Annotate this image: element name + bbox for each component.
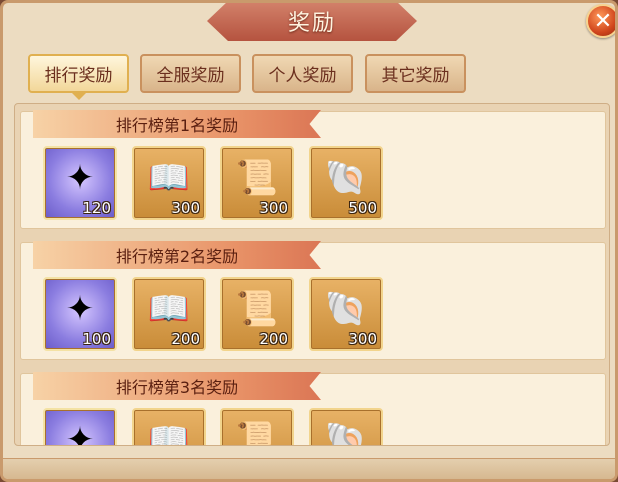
tab-personal-rewards[interactable]: 个人奖励 [252, 54, 353, 93]
tab-other-rewards[interactable]: 其它奖励 [365, 54, 466, 93]
rank-label: 排行榜第3名奖励 [115, 378, 239, 397]
rank-banner: 排行榜第3名奖励 [33, 372, 321, 400]
reward-item[interactable]: 📜 [220, 408, 294, 446]
item-count: 200 [171, 330, 200, 348]
tab-ranking-rewards[interactable]: 排行奖励 [28, 54, 129, 100]
item-count: 300 [171, 199, 200, 217]
close-icon: ✕ [593, 8, 613, 34]
tab-label: 全服奖励 [156, 66, 225, 86]
tab-label: 其它奖励 [381, 66, 450, 86]
rune-crest-icon: ✦ [65, 420, 95, 446]
rank-card-2: 排行榜第2名奖励 ✦ 100 📖 200 📜 200 🐚 300 [20, 241, 606, 360]
reward-item[interactable]: ✦ [43, 408, 117, 446]
rank-banner: 排行榜第2名奖励 [33, 241, 321, 269]
window-title: 奖励 [287, 11, 336, 36]
reward-panel: 奖励 ✕ 排行奖励 全服奖励 个人奖励 其它奖励 排行榜第1名奖励 ✦ 120 [0, 0, 618, 482]
rune-crest-icon: ✦ [65, 289, 95, 329]
rank-label: 排行榜第2名奖励 [115, 247, 239, 266]
blue-shell-icon: 🐚 [324, 158, 368, 198]
item-count: 200 [259, 330, 288, 348]
rank-label: 排行榜第1名奖励 [115, 116, 239, 135]
reward-item[interactable]: 📖 300 [132, 146, 206, 220]
scroll-icon: 📜 [235, 289, 279, 329]
scroll-icon: 📜 [235, 420, 279, 446]
rank-card-3: 排行榜第3名奖励 ✦ 📖 📜 🐚 [20, 372, 606, 446]
reward-item[interactable]: 📜 300 [220, 146, 294, 220]
rune-crest-icon: ✦ [65, 158, 95, 198]
tab-label: 排行奖励 [44, 66, 113, 86]
title-plate: 奖励 [207, 3, 417, 41]
reward-item[interactable]: 🐚 [309, 408, 383, 446]
open-book-icon: 📖 [147, 420, 191, 446]
reward-item[interactable]: ✦ 120 [43, 146, 117, 220]
item-count: 100 [82, 330, 111, 348]
tab-label: 个人奖励 [268, 66, 337, 86]
open-book-icon: 📖 [147, 158, 191, 198]
item-count: 500 [348, 199, 377, 217]
rank-banner: 排行榜第1名奖励 [33, 110, 321, 138]
reward-item[interactable]: 📖 [132, 408, 206, 446]
reward-item[interactable]: 📜 200 [220, 277, 294, 351]
item-count: 300 [259, 199, 288, 217]
open-book-icon: 📖 [147, 289, 191, 329]
scroll-icon: 📜 [235, 158, 279, 198]
close-button[interactable]: ✕ [586, 4, 615, 38]
reward-item[interactable]: 📖 200 [132, 277, 206, 351]
blue-shell-icon: 🐚 [324, 420, 368, 446]
reward-item[interactable]: ✦ 100 [43, 277, 117, 351]
reward-list[interactable]: 排行榜第1名奖励 ✦ 120 📖 300 📜 300 🐚 500 排行榜第2名奖… [14, 103, 610, 446]
rank-card-1: 排行榜第1名奖励 ✦ 120 📖 300 📜 300 🐚 500 [20, 110, 606, 229]
item-count: 300 [348, 330, 377, 348]
tab-server-rewards[interactable]: 全服奖励 [140, 54, 241, 93]
reward-item[interactable]: 🐚 500 [309, 146, 383, 220]
reward-item[interactable]: 🐚 300 [309, 277, 383, 351]
blue-shell-icon: 🐚 [324, 289, 368, 329]
item-count: 120 [82, 199, 111, 217]
